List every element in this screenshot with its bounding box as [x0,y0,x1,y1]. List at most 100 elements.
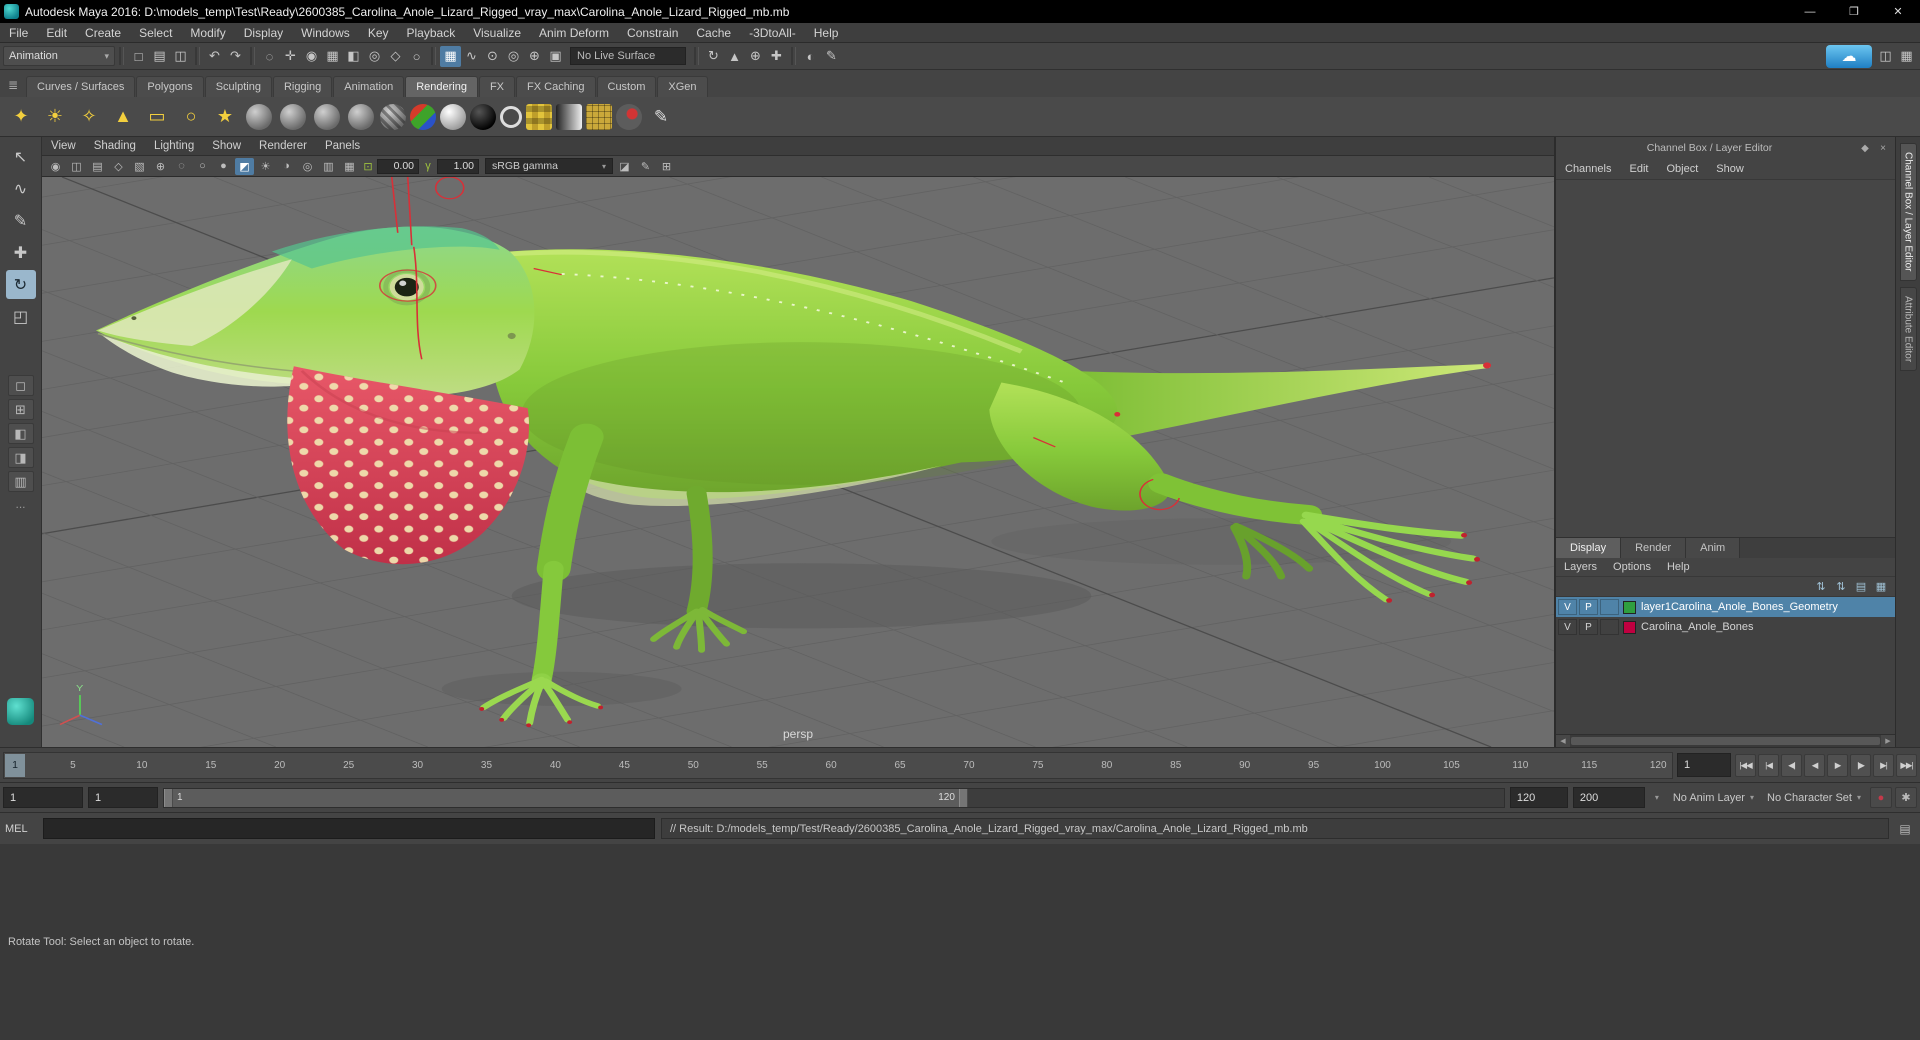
menu-cache[interactable]: Cache [687,23,740,43]
layer-list-scrollbar[interactable]: ◀ ▶ [1556,734,1895,747]
menu-help[interactable]: Help [805,23,848,43]
menu-visualize[interactable]: Visualize [464,23,530,43]
shelf-tab-curves-surfaces[interactable]: Curves / Surfaces [26,76,135,97]
gamma-field[interactable]: 1.00 [437,159,479,174]
select-mask-icon[interactable]: ▦ [322,46,343,67]
grid-texture-icon[interactable] [586,104,612,130]
menu-set-selector[interactable]: Animation ▾ [3,46,115,66]
persp-graph-layout-button[interactable]: ◨ [8,447,34,468]
scroll-right-icon[interactable]: ▶ [1881,735,1895,747]
menu-constrain[interactable]: Constrain [618,23,687,43]
viewport-menu-shading[interactable]: Shading [85,140,145,152]
menu-windows[interactable]: Windows [292,23,359,43]
ipr-render-icon[interactable]: ✚ [766,46,787,67]
range-start-handle[interactable] [164,789,173,807]
undo-icon[interactable]: ↶ [204,46,225,67]
layer-editor-menu-layers[interactable]: Layers [1556,561,1605,573]
shelf-tab-polygons[interactable]: Polygons [136,76,203,97]
command-input[interactable] [43,818,655,839]
color-space-selector[interactable]: sRGB gamma ▾ [485,158,613,174]
channel-box-body[interactable] [1556,180,1895,537]
playback-start-field[interactable]: 1 [88,787,158,808]
menu-select[interactable]: Select [130,23,181,43]
shelf-menu-icon[interactable]: ≣ [4,76,22,94]
menu-file[interactable]: File [0,23,37,43]
move-tool[interactable]: ✚ [6,238,36,267]
channel-box-menu-channels[interactable]: Channels [1556,163,1620,175]
open-render-view-icon[interactable]: ▲ [724,46,745,67]
animation-end-field[interactable]: 200 [1573,787,1645,808]
layer-row[interactable]: VPlayer1Carolina_Anole_Bones_Geometry [1556,597,1895,617]
menu-playback[interactable]: Playback [398,23,465,43]
lizard-model[interactable] [96,226,1490,727]
menu-edit[interactable]: Edit [37,23,76,43]
directional-light-icon[interactable]: ☀ [40,102,70,132]
use-all-lights-icon[interactable]: ☀ [256,158,275,175]
play-forwards-button[interactable]: ▶ [1827,754,1848,777]
light-effects-icon[interactable]: ★ [210,102,240,132]
layer-name[interactable]: Carolina_Anole_Bones [1641,621,1754,633]
layout-grid-icon[interactable]: ▦ [1896,46,1917,67]
select-curves-icon[interactable]: ◇ [385,46,406,67]
black-shader-ball-icon[interactable] [470,104,496,130]
snap-to-grid-icon[interactable]: ▦ [440,46,461,67]
select-joints-icon[interactable]: ◎ [364,46,385,67]
lasso-tool[interactable]: ∿ [6,174,36,203]
content-browser-icon[interactable] [7,698,34,725]
sidebar-tab-attribute-editor[interactable]: Attribute Editor [1900,287,1917,371]
layer-editor-menu-options[interactable]: Options [1605,561,1659,573]
hypershade-layout-button[interactable]: ▥ [8,471,34,492]
more-layouts-label[interactable]: ... [15,497,25,511]
layer-playback-toggle[interactable]: P [1579,619,1598,635]
exposure-field[interactable]: 0.00 [377,159,419,174]
menu-create[interactable]: Create [76,23,130,43]
range-options-caret-icon[interactable]: ▾ [1650,789,1664,807]
redo-icon[interactable]: ↷ [225,46,246,67]
rotate-tool[interactable]: ↻ [6,270,36,299]
empty-layer-icon[interactable]: ▤ [1853,579,1869,595]
paint-effects-icon[interactable]: ✎ [821,46,842,67]
render-settings-icon[interactable]: ◐ [800,46,821,67]
auto-keyframe-toggle[interactable]: ● [1870,787,1892,808]
screen-space-ao-icon[interactable]: ◎ [298,158,317,175]
layer-playback-toggle[interactable]: P [1579,599,1598,615]
range-slider-track[interactable]: 1 120 [163,788,1505,808]
viewport-menu-lighting[interactable]: Lighting [145,140,203,152]
shelf-tab-fx[interactable]: FX [479,76,515,97]
multisample-icon[interactable]: ▦ [340,158,359,175]
channel-box-menu-object[interactable]: Object [1657,163,1707,175]
render-globe-icon[interactable] [410,104,436,130]
current-time-field[interactable]: 1 [1677,753,1731,777]
select-surfaces-icon[interactable]: ○ [406,46,427,67]
play-backwards-button[interactable]: ◀ [1804,754,1825,777]
layer-visibility-toggle[interactable]: V [1558,599,1577,615]
checker-texture-icon[interactable] [526,104,552,130]
select-object-icon[interactable]: ✛ [280,46,301,67]
spot-light-icon[interactable]: ▲ [108,102,138,132]
minimize-button[interactable]: — [1788,0,1832,23]
layer-type-cell[interactable] [1600,619,1619,635]
a360-cloud-button[interactable]: ☁ [1826,45,1872,68]
current-frame-marker[interactable]: 1 [5,754,25,777]
menu-display[interactable]: Display [235,23,292,43]
layer-type-cell[interactable] [1600,599,1619,615]
select-component-icon[interactable]: ◉ [301,46,322,67]
layer-editor-tab-anim[interactable]: Anim [1686,538,1740,558]
close-icon[interactable]: × [1876,141,1890,155]
paint-select-tool[interactable]: ✎ [6,206,36,235]
snap-to-point-icon[interactable]: ⊙ [482,46,503,67]
scroll-left-icon[interactable]: ◀ [1556,735,1570,747]
render-utility-icon[interactable] [616,104,642,130]
image-plane-icon[interactable]: ▧ [130,158,149,175]
shelf-tab-sculpting[interactable]: Sculpting [205,76,272,97]
scrollbar-thumb[interactable] [1571,737,1880,745]
single-pane-layout-button[interactable]: ◻ [8,375,34,396]
grease-pencil-icon[interactable]: ✎ [636,158,655,175]
shader-ball-icon-2[interactable] [280,104,306,130]
layer-color-chip[interactable] [1623,601,1636,614]
playback-end-field[interactable]: 120 [1510,787,1568,808]
render-current-frame-icon[interactable]: ⊕ [745,46,766,67]
shader-ball-icon-1[interactable] [246,104,272,130]
shader-ball-icon-3[interactable] [314,104,340,130]
menu-modify[interactable]: Modify [181,23,234,43]
